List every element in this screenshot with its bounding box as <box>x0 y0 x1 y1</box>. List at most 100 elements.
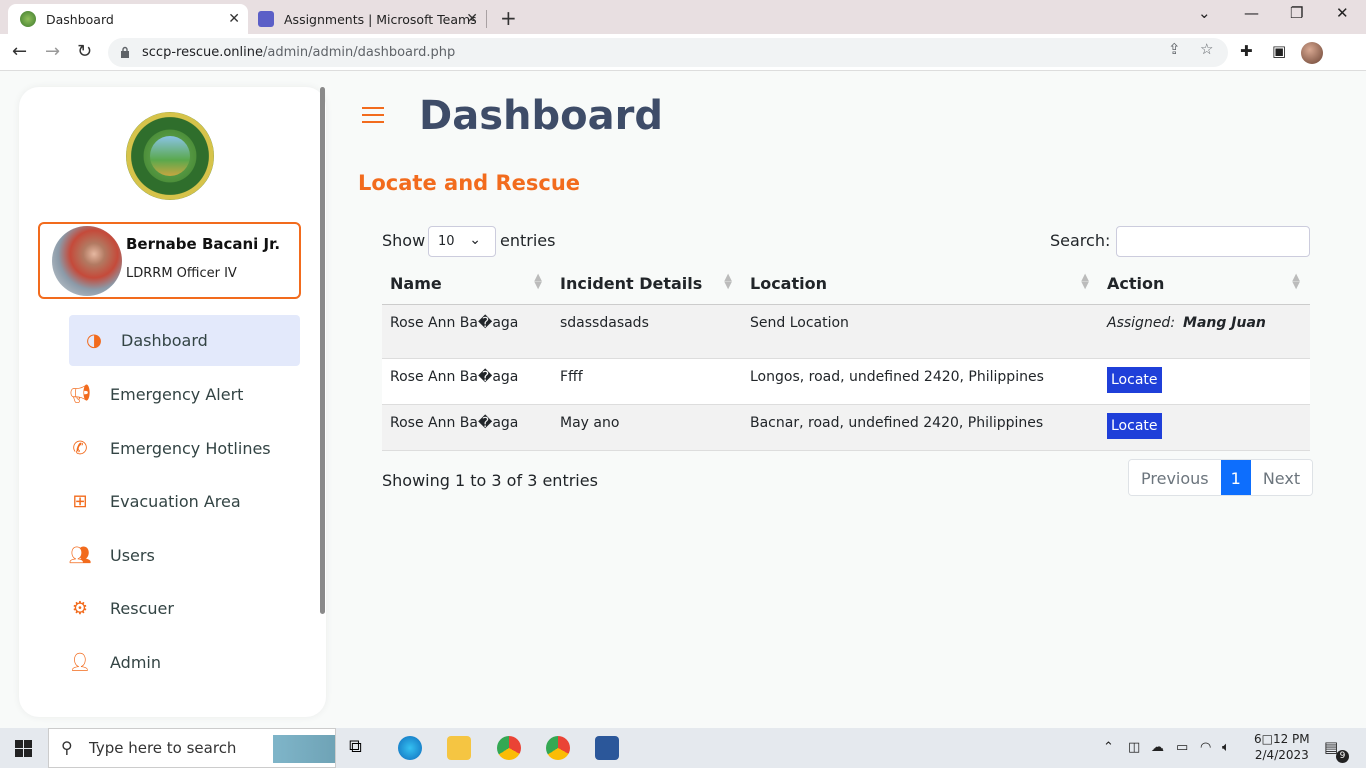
column-header-name[interactable]: Name ▲ ▼ <box>382 264 552 305</box>
hamburger-menu-icon[interactable] <box>362 107 384 123</box>
page-content: Bernabe Bacani Jr. LDRRM Officer IV ◑ Da… <box>0 71 1366 728</box>
extensions-icon[interactable]: ✚ <box>1240 42 1253 60</box>
assigned-to: Mang Juan <box>1183 314 1266 331</box>
close-tab-icon[interactable]: ✕ <box>228 11 240 27</box>
clock[interactable]: 6□12 PM 2/4/2023 <box>1254 731 1310 763</box>
sidebar-item-emergency-hotlines[interactable]: ✆ Emergency Hotlines <box>69 423 300 474</box>
close-tab-icon[interactable]: ✕ <box>466 11 478 27</box>
tab-search-icon[interactable]: ⌄ <box>1198 4 1211 22</box>
taskbar-search-placeholder: Type here to search <box>89 739 237 757</box>
task-view-icon[interactable]: ⧉ <box>349 736 373 760</box>
lock-icon <box>121 46 129 58</box>
site-favicon-icon <box>20 11 36 27</box>
battery-icon[interactable]: ▭ <box>1176 740 1188 755</box>
previous-button[interactable]: Previous <box>1129 460 1221 495</box>
sort-icon: ▲ ▼ <box>724 272 732 291</box>
minimize-icon[interactable]: — <box>1244 4 1259 22</box>
tab-title: Assignments | Microsoft Teams <box>284 11 477 27</box>
wifi-icon[interactable]: ◠ <box>1200 740 1211 755</box>
side-panel-icon[interactable]: ▣ <box>1272 42 1286 60</box>
profile-avatar[interactable] <box>1301 42 1323 64</box>
table-info: Showing 1 to 3 of 3 entries <box>382 471 598 490</box>
section-title: Locate and Rescue <box>358 171 581 195</box>
avatar <box>52 226 122 296</box>
back-icon[interactable]: ← <box>12 41 27 62</box>
column-header-incident-details[interactable]: Incident Details ▲ ▼ <box>552 264 742 305</box>
column-header-location[interactable]: Location ▲ ▼ <box>742 264 1099 305</box>
meet-icon[interactable]: ◫ <box>1128 740 1140 755</box>
url-field[interactable]: sccp-rescue.online/admin/admin/dashboard… <box>108 38 1228 67</box>
locate-button[interactable]: Locate <box>1107 412 1162 439</box>
share-icon[interactable]: ⇪ <box>1168 40 1181 58</box>
tab-teams[interactable]: Assignments | Microsoft Teams ✕ <box>252 4 486 34</box>
city-seal-logo <box>126 112 214 200</box>
teams-icon <box>258 11 274 27</box>
word-icon[interactable] <box>595 736 619 760</box>
sort-icon: ▲ ▼ <box>1081 272 1089 291</box>
edge-icon[interactable] <box>398 736 422 760</box>
url-domain: sccp-rescue.online <box>142 45 264 60</box>
rescue-table: Name ▲ ▼ Incident Details ▲ ▼ Location ▲ ▼ Act… <box>382 264 1310 451</box>
chrome-profile-icon[interactable] <box>546 736 570 760</box>
half-circle-icon: ◑ <box>86 330 102 351</box>
entries-value: 10 <box>438 234 455 249</box>
entries-select[interactable]: 10 ⌄ <box>428 226 496 257</box>
table-row: Rose Ann Ba�aga May ano Bacnar, road, un… <box>382 404 1310 451</box>
tab-dashboard[interactable]: Dashboard ✕ <box>8 4 248 34</box>
new-tab-icon[interactable]: + <box>500 6 517 30</box>
url-path: /admin/admin/dashboard.php <box>263 45 456 60</box>
column-header-action[interactable]: Action ▲ ▼ <box>1099 264 1310 305</box>
cell-action: Assigned: Mang Juan <box>1099 304 1310 359</box>
page-title: Dashboard <box>419 93 663 139</box>
entries-label: entries <box>500 231 556 250</box>
sidebar-item-users[interactable]: 👥︎ Users <box>69 530 300 581</box>
chevron-up-icon[interactable]: ⌃ <box>1103 740 1114 755</box>
sidebar-item-label: Emergency Alert <box>110 385 244 404</box>
search-label: Search: <box>1050 231 1111 250</box>
taskbar-search-box[interactable]: ⚲ Type here to search <box>48 728 336 768</box>
bookmark-star-icon[interactable]: ☆ <box>1200 40 1213 58</box>
search-input[interactable] <box>1116 226 1310 257</box>
chevron-down-icon: ⌄ <box>469 232 481 248</box>
reload-icon[interactable]: ↻ <box>77 41 92 62</box>
clock-date: 2/4/2023 <box>1254 748 1309 762</box>
sidebar-item-evacuation-area[interactable]: ⊞ Evacuation Area <box>69 476 300 527</box>
sidebar-item-rescuer[interactable]: ⚙ Rescuer <box>69 583 300 634</box>
sort-icon: ▲ ▼ <box>534 272 542 291</box>
file-explorer-icon[interactable] <box>447 736 471 760</box>
tab-title: Dashboard <box>46 11 114 27</box>
windows-start-icon[interactable] <box>15 740 32 757</box>
browser-tab-bar: Dashboard ✕ Assignments | Microsoft Team… <box>0 0 1366 34</box>
sidebar-scrollbar[interactable] <box>320 87 325 614</box>
table-row: Rose Ann Ba�aga sdassdasads Send Locatio… <box>382 304 1310 359</box>
sidebar-item-admin[interactable]: 👤︎ Admin <box>69 637 300 688</box>
sidebar-item-label: Users <box>110 546 155 565</box>
onedrive-icon[interactable]: ☁ <box>1151 740 1164 755</box>
sidebar-item-emergency-alert[interactable]: 📢︎ Emergency Alert <box>69 369 300 420</box>
cell-details: May ano <box>552 404 742 451</box>
megaphone-icon: 📢︎ <box>68 384 92 405</box>
sidebar-item-label: Evacuation Area <box>110 492 241 511</box>
forward-icon[interactable]: → <box>45 41 60 62</box>
show-label: Show <box>382 231 426 250</box>
pagination: Previous 1 Next <box>1128 459 1314 496</box>
chrome-icon[interactable] <box>497 736 521 760</box>
user-role: LDRRM Officer IV <box>126 266 237 281</box>
cell-details: sdassdasads <box>552 304 742 359</box>
sidebar-item-label: Emergency Hotlines <box>110 439 271 458</box>
users-icon: 👥︎ <box>68 545 92 566</box>
close-window-icon[interactable]: ✕ <box>1336 4 1349 22</box>
sidebar: Bernabe Bacani Jr. LDRRM Officer IV ◑ Da… <box>19 87 326 717</box>
restore-icon[interactable]: ❐ <box>1290 4 1303 22</box>
taskbar: ⚲ Type here to search ⧉ ⌃ ◫ ☁ ▭ ◠ 🔈︎ 6□1… <box>0 728 1366 768</box>
sidebar-item-label: Dashboard <box>121 331 208 350</box>
user-profile-card[interactable]: Bernabe Bacani Jr. LDRRM Officer IV <box>38 222 301 299</box>
next-button[interactable]: Next <box>1250 460 1313 495</box>
cell-location: Bacnar, road, undefined 2420, Philippine… <box>742 404 1099 451</box>
sidebar-item-dashboard[interactable]: ◑ Dashboard <box>69 315 300 366</box>
page-1-button[interactable]: 1 <box>1220 460 1251 495</box>
clock-time: 6□12 PM <box>1254 732 1310 746</box>
locate-button[interactable]: Locate <box>1107 366 1162 393</box>
speaker-icon[interactable]: 🔈︎ <box>1222 740 1230 755</box>
cell-location: Send Location <box>742 304 1099 359</box>
